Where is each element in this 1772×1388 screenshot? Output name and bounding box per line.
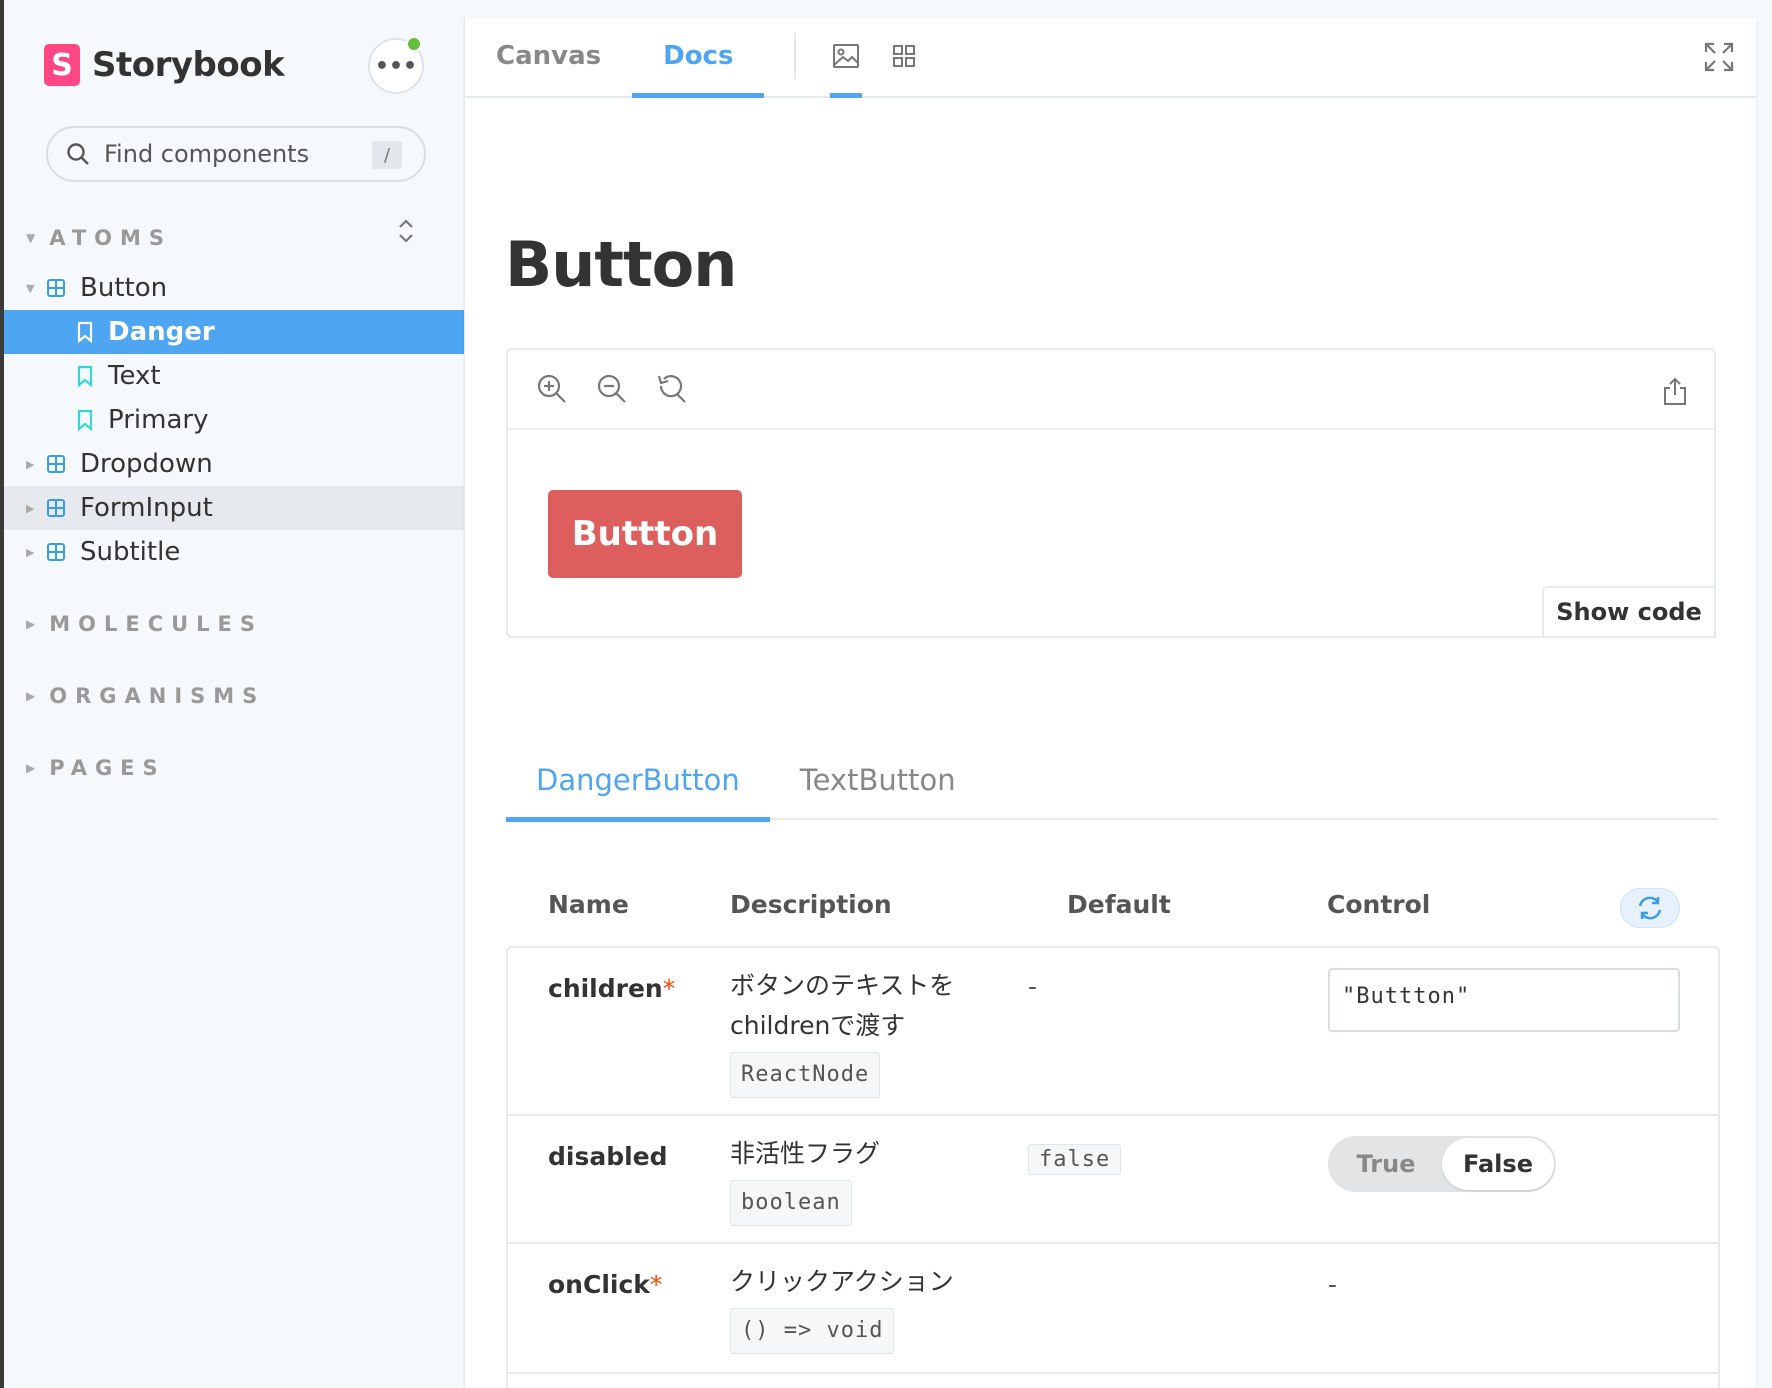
caret-down-icon: ▼ <box>26 281 35 295</box>
table-row: disabled 非活性フラグ boolean false True False <box>508 1116 1718 1244</box>
default-value: false <box>1028 1144 1122 1175</box>
sidebar-item-label: Subtitle <box>80 537 181 567</box>
group-atoms[interactable]: ▼ ATOMS <box>26 226 172 250</box>
sidebar-item-label: Danger <box>108 317 215 347</box>
bookmark-icon <box>76 321 94 343</box>
caret-right-icon: ▶ <box>26 457 35 471</box>
expand-collapse-icon[interactable] <box>396 218 416 248</box>
main-panel: Canvas Docs Button Buttton Show code Dan… <box>464 18 1756 1388</box>
sidebar-item-text[interactable]: Text <box>4 354 464 398</box>
arg-description: 非活性フラグ <box>730 1139 881 1168</box>
search-input[interactable] <box>104 140 364 168</box>
status-dot <box>406 36 422 52</box>
component-tabs: DangerButton TextButton <box>506 740 1718 822</box>
sidebar-item-primary[interactable]: Primary <box>4 398 464 442</box>
toolbar-divider <box>794 33 797 79</box>
caret-right-icon: ▶ <box>26 501 35 515</box>
tab-textbutton[interactable]: TextButton <box>770 740 986 820</box>
app-title: Storybook <box>92 45 285 85</box>
image-icon[interactable] <box>826 16 866 98</box>
bookmark-icon <box>76 365 94 387</box>
tab-dangerbutton[interactable]: DangerButton <box>506 740 770 822</box>
type-badge: boolean <box>730 1180 852 1226</box>
zoom-out-icon[interactable] <box>596 373 628 405</box>
search-icon <box>66 142 90 166</box>
toggle-true-option[interactable]: True <box>1330 1138 1442 1190</box>
table-row: onClick* クリックアクション () => void - <box>508 1244 1718 1374</box>
column-header-default: Default <box>1067 890 1171 919</box>
component-icon <box>46 454 66 474</box>
danger-button-preview[interactable]: Buttton <box>548 490 742 578</box>
sidebar-item-label: Text <box>108 361 161 391</box>
arg-description: クリックアクション <box>730 1267 954 1296</box>
disabled-boolean-toggle[interactable]: True False <box>1328 1136 1556 1192</box>
group-label: MOLECULES <box>49 612 264 636</box>
brand[interactable]: S Storybook <box>44 44 285 86</box>
group-label: ORGANISMS <box>49 684 266 708</box>
reset-controls-button[interactable] <box>1620 888 1680 928</box>
sidebar-item-danger[interactable]: Danger <box>4 310 464 354</box>
control-value: - <box>1328 1270 1338 1299</box>
type-badge: () => void <box>730 1308 895 1354</box>
caret-right-icon: ▶ <box>26 545 35 559</box>
component-icon <box>46 278 66 298</box>
caret-right-icon: ▶ <box>26 761 36 775</box>
bookmark-icon <box>76 409 94 431</box>
type-badge: ReactNode <box>730 1052 881 1098</box>
caret-down-icon: ▼ <box>26 231 36 245</box>
fullscreen-icon[interactable] <box>1704 42 1734 76</box>
sidebar-item-button[interactable]: ▼ Button <box>4 266 464 310</box>
tab-canvas[interactable]: Canvas <box>465 16 632 96</box>
sidebar-item-subtitle[interactable]: ▶ Subtitle <box>4 530 464 574</box>
group-pages[interactable]: ▶ PAGES <box>26 756 166 780</box>
caret-right-icon: ▶ <box>26 689 36 703</box>
group-organisms[interactable]: ▶ ORGANISMS <box>26 684 265 708</box>
ellipsis-icon: ••• <box>374 53 418 79</box>
sidebar-item-dropdown[interactable]: ▶ Dropdown <box>4 442 464 486</box>
show-code-button[interactable]: Show code <box>1542 586 1716 638</box>
table-row <box>508 1374 1718 1388</box>
component-icon <box>46 542 66 562</box>
column-header-description: Description <box>730 890 892 919</box>
sidebar: S Storybook ••• / ▼ ATOMS ▼ Button Dange… <box>4 0 464 1388</box>
page-title: Button <box>505 228 737 301</box>
toggle-false-option[interactable]: False <box>1442 1138 1554 1190</box>
arg-description: childrenで渡す <box>730 1011 906 1040</box>
storybook-logo-icon: S <box>44 44 80 86</box>
share-icon[interactable] <box>1662 376 1688 410</box>
sidebar-item-label: Dropdown <box>80 449 213 479</box>
group-label: ATOMS <box>49 226 173 250</box>
arg-name: onClick <box>548 1270 650 1299</box>
default-value: - <box>1028 972 1038 1001</box>
sidebar-item-label: FormInput <box>80 493 213 523</box>
required-marker: * <box>649 1270 663 1299</box>
component-icon <box>46 498 66 518</box>
caret-right-icon: ▶ <box>26 617 36 631</box>
tab-docs[interactable]: Docs <box>632 16 765 98</box>
column-header-control: Control <box>1327 890 1431 919</box>
sidebar-item-label: Primary <box>108 405 209 435</box>
children-control-input[interactable] <box>1328 968 1680 1032</box>
story-preview: Buttton Show code <box>506 348 1716 638</box>
required-marker: * <box>662 974 676 1003</box>
arg-name: disabled <box>548 1142 668 1171</box>
args-table: children* ボタンのテキストを childrenで渡す ReactNod… <box>506 946 1720 1388</box>
grid-icon[interactable] <box>884 16 924 96</box>
zoom-toolbar <box>508 350 1714 430</box>
arg-description: ボタンのテキストを <box>730 971 955 1000</box>
column-header-name: Name <box>548 890 629 919</box>
zoom-in-icon[interactable] <box>536 373 568 405</box>
group-label: PAGES <box>49 756 166 780</box>
table-row: children* ボタンのテキストを childrenで渡す ReactNod… <box>508 948 1718 1116</box>
arg-name: children <box>548 974 663 1003</box>
sidebar-item-label: Button <box>80 273 168 303</box>
search-shortcut-key: / <box>372 141 402 169</box>
zoom-reset-icon[interactable] <box>656 373 688 405</box>
sidebar-item-forminput[interactable]: ▶ FormInput <box>4 486 464 530</box>
group-molecules[interactable]: ▶ MOLECULES <box>26 612 263 636</box>
search-box[interactable]: / <box>46 126 426 182</box>
preview-toolbar: Canvas Docs <box>465 18 1756 98</box>
